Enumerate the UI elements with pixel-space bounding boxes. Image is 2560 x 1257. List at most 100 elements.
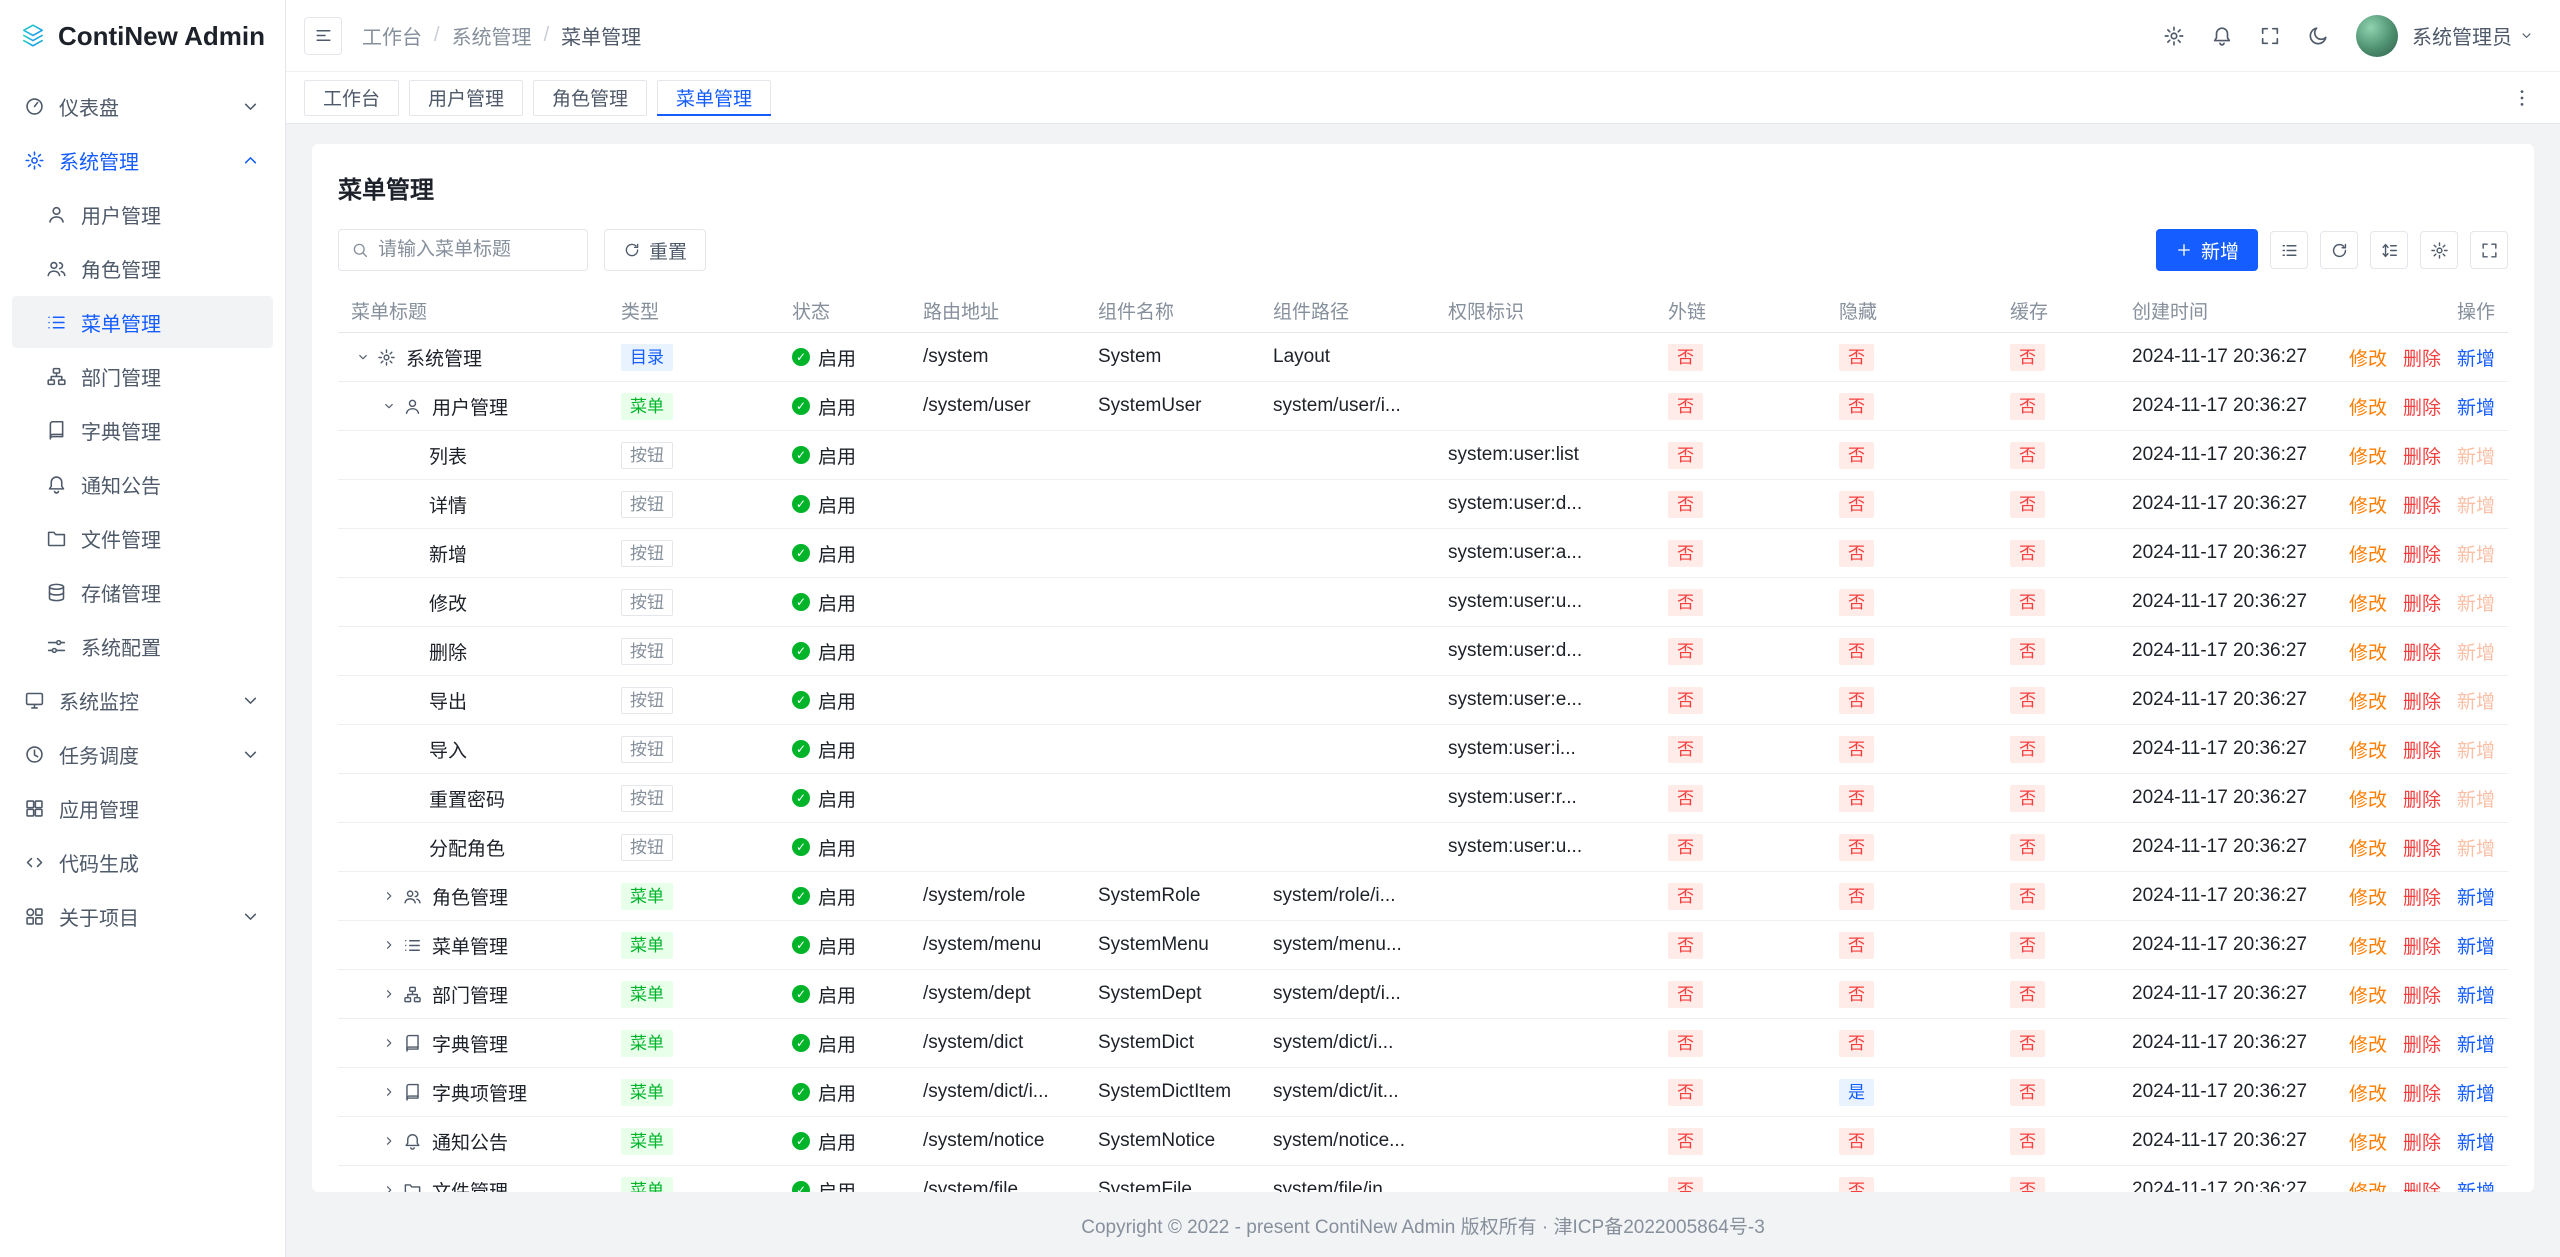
refresh-tool-button[interactable] bbox=[2320, 231, 2358, 269]
modify-link[interactable]: 修改 bbox=[2349, 589, 2387, 616]
chevron-down-icon bbox=[240, 96, 261, 117]
sidebar-item-3[interactable]: 任务调度 bbox=[12, 728, 273, 780]
app-logo[interactable]: ContiNew Admin bbox=[0, 0, 285, 72]
delete-link[interactable]: 删除 bbox=[2403, 344, 2441, 371]
delete-link[interactable]: 删除 bbox=[2403, 834, 2441, 861]
modify-link[interactable]: 修改 bbox=[2349, 687, 2387, 714]
bell-button[interactable] bbox=[2202, 16, 2242, 56]
delete-link[interactable]: 删除 bbox=[2403, 442, 2441, 469]
add-link[interactable]: 新增 bbox=[2457, 1177, 2495, 1193]
add-link[interactable]: 新增 bbox=[2457, 344, 2495, 371]
collapse-row-icon[interactable] bbox=[351, 345, 375, 369]
reset-button[interactable]: 重置 bbox=[604, 229, 706, 271]
expand-row-icon[interactable] bbox=[377, 1031, 401, 1055]
gear-tool-button[interactable] bbox=[2420, 231, 2458, 269]
modify-link[interactable]: 修改 bbox=[2349, 1177, 2387, 1193]
sidebar-subitem-6[interactable]: 文件管理 bbox=[12, 512, 273, 564]
moon-button[interactable] bbox=[2298, 16, 2338, 56]
modify-link[interactable]: 修改 bbox=[2349, 834, 2387, 861]
sidebar-subitem-5[interactable]: 通知公告 bbox=[12, 458, 273, 510]
collapse-row-icon[interactable] bbox=[377, 394, 401, 418]
line-height-tool-button[interactable] bbox=[2370, 231, 2408, 269]
modify-link[interactable]: 修改 bbox=[2349, 736, 2387, 763]
delete-link[interactable]: 删除 bbox=[2403, 638, 2441, 665]
tab-0[interactable]: 工作台 bbox=[304, 80, 399, 116]
search-input[interactable] bbox=[378, 239, 575, 261]
list-view-tool-button[interactable] bbox=[2270, 231, 2308, 269]
modify-link[interactable]: 修改 bbox=[2349, 540, 2387, 567]
sidebar-item-4[interactable]: 应用管理 bbox=[12, 782, 273, 834]
delete-link[interactable]: 删除 bbox=[2403, 589, 2441, 616]
tab-3[interactable]: 菜单管理 bbox=[657, 80, 771, 116]
fullscreen-button[interactable] bbox=[2250, 16, 2290, 56]
modify-link[interactable]: 修改 bbox=[2349, 1128, 2387, 1155]
tab-actions-button[interactable] bbox=[2504, 80, 2540, 116]
expand-row-icon[interactable] bbox=[377, 1080, 401, 1104]
delete-link[interactable]: 删除 bbox=[2403, 393, 2441, 420]
modify-link[interactable]: 修改 bbox=[2349, 491, 2387, 518]
modify-link[interactable]: 修改 bbox=[2349, 1079, 2387, 1106]
delete-link[interactable]: 删除 bbox=[2403, 932, 2441, 959]
add-link[interactable]: 新增 bbox=[2457, 1079, 2495, 1106]
sidebar-subitem-8[interactable]: 系统配置 bbox=[12, 620, 273, 672]
modify-link[interactable]: 修改 bbox=[2349, 932, 2387, 959]
route-cell: /system bbox=[910, 333, 1085, 381]
cache-badge: 否 bbox=[2010, 589, 2045, 616]
breadcrumb-item-2[interactable]: 菜单管理 bbox=[561, 21, 641, 50]
add-link[interactable]: 新增 bbox=[2457, 932, 2495, 959]
delete-link[interactable]: 删除 bbox=[2403, 736, 2441, 763]
hidden-badge: 否 bbox=[1839, 442, 1874, 469]
delete-link[interactable]: 删除 bbox=[2403, 491, 2441, 518]
hidden-badge: 否 bbox=[1839, 981, 1874, 1008]
sidebar-subitem-1[interactable]: 角色管理 bbox=[12, 242, 273, 294]
sidebar-subitem-3[interactable]: 部门管理 bbox=[12, 350, 273, 402]
modify-link[interactable]: 修改 bbox=[2349, 883, 2387, 910]
sidebar-subitem-0[interactable]: 用户管理 bbox=[12, 188, 273, 240]
modify-link[interactable]: 修改 bbox=[2349, 638, 2387, 665]
modify-link[interactable]: 修改 bbox=[2349, 785, 2387, 812]
fullscreen-tool-button[interactable] bbox=[2470, 231, 2508, 269]
delete-link[interactable]: 删除 bbox=[2403, 540, 2441, 567]
modify-link[interactable]: 修改 bbox=[2349, 393, 2387, 420]
delete-link[interactable]: 删除 bbox=[2403, 1177, 2441, 1193]
add-link[interactable]: 新增 bbox=[2457, 1128, 2495, 1155]
user-menu[interactable]: 系统管理员 bbox=[2412, 21, 2534, 50]
modify-link[interactable]: 修改 bbox=[2349, 442, 2387, 469]
cache-badge: 否 bbox=[2010, 1128, 2045, 1155]
tab-1[interactable]: 用户管理 bbox=[409, 80, 523, 116]
sidebar-item-6[interactable]: 关于项目 bbox=[12, 890, 273, 942]
sidebar-subitem-2[interactable]: 菜单管理 bbox=[12, 296, 273, 348]
sidebar-item-2[interactable]: 系统监控 bbox=[12, 674, 273, 726]
add-link[interactable]: 新增 bbox=[2457, 393, 2495, 420]
delete-link[interactable]: 删除 bbox=[2403, 1030, 2441, 1057]
add-link[interactable]: 新增 bbox=[2457, 883, 2495, 910]
modify-link[interactable]: 修改 bbox=[2349, 1030, 2387, 1057]
delete-link[interactable]: 删除 bbox=[2403, 1079, 2441, 1106]
expand-row-icon[interactable] bbox=[377, 884, 401, 908]
expand-row-icon[interactable] bbox=[377, 982, 401, 1006]
sidebar-subitem-4[interactable]: 字典管理 bbox=[12, 404, 273, 456]
sidebar-item-5[interactable]: 代码生成 bbox=[12, 836, 273, 888]
avatar[interactable] bbox=[2356, 15, 2398, 57]
add-link[interactable]: 新增 bbox=[2457, 981, 2495, 1008]
add-button[interactable]: 新增 bbox=[2156, 229, 2258, 271]
tab-2[interactable]: 角色管理 bbox=[533, 80, 647, 116]
expand-row-icon[interactable] bbox=[377, 1129, 401, 1153]
sidebar-item-1[interactable]: 系统管理 bbox=[12, 134, 273, 186]
gear-button[interactable] bbox=[2154, 16, 2194, 56]
delete-link[interactable]: 删除 bbox=[2403, 1128, 2441, 1155]
modify-link[interactable]: 修改 bbox=[2349, 344, 2387, 371]
delete-link[interactable]: 删除 bbox=[2403, 883, 2441, 910]
expand-row-icon[interactable] bbox=[377, 1178, 401, 1192]
breadcrumb-item-0[interactable]: 工作台 bbox=[362, 21, 422, 50]
breadcrumb-item-1[interactable]: 系统管理 bbox=[452, 21, 532, 50]
modify-link[interactable]: 修改 bbox=[2349, 981, 2387, 1008]
add-link[interactable]: 新增 bbox=[2457, 1030, 2495, 1057]
delete-link[interactable]: 删除 bbox=[2403, 785, 2441, 812]
sidebar-item-0[interactable]: 仪表盘 bbox=[12, 80, 273, 132]
delete-link[interactable]: 删除 bbox=[2403, 981, 2441, 1008]
expand-row-icon[interactable] bbox=[377, 933, 401, 957]
delete-link[interactable]: 删除 bbox=[2403, 687, 2441, 714]
sidebar-collapse-button[interactable] bbox=[304, 17, 342, 55]
sidebar-subitem-7[interactable]: 存储管理 bbox=[12, 566, 273, 618]
